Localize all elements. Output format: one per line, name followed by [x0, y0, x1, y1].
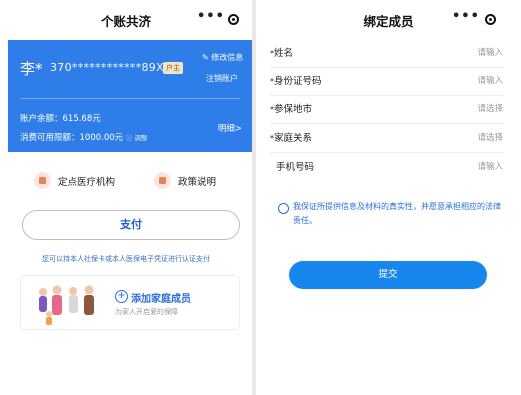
- family-relation-select[interactable]: 请选择: [477, 131, 503, 143]
- document-icon: [154, 172, 171, 189]
- add-family-title: 添加家庭成员: [131, 294, 191, 305]
- more-menu-icon[interactable]: •••: [197, 9, 225, 24]
- id-number-field[interactable]: *身份证号码 请输入: [270, 68, 503, 96]
- field-label: 身份证号码: [274, 76, 322, 87]
- account-card: 李* 370************89X 户主 ✎ 修改信息 注销账户 账户余…: [8, 40, 252, 152]
- phone-field[interactable]: 手机号码 请输入: [270, 154, 503, 182]
- more-menu-icon[interactable]: •••: [452, 9, 480, 24]
- insured-city-select[interactable]: 请选择: [477, 102, 503, 114]
- add-family-subtitle: 为家人开启爱的保障: [115, 308, 178, 316]
- add-family-card[interactable]: + 添加家庭成员 为家人开启爱的保障: [20, 275, 240, 330]
- agreement-text: 我保证所提供信息及材料的真实性，并愿意承担相应的法律责任。: [293, 202, 501, 225]
- field-label: 参保地市: [274, 104, 313, 115]
- limit-value: 消费可用限额：1000.00元: [20, 133, 124, 143]
- field-label: 家庭关系: [274, 133, 313, 144]
- medical-institution-button[interactable]: 定点医疗机构: [34, 172, 115, 189]
- payment-hint: 您可以持本人社保卡或本人医保电子凭证进行认证支付: [42, 255, 210, 263]
- pay-button[interactable]: 支付: [22, 210, 240, 240]
- add-icon: +: [115, 290, 128, 303]
- divider: [270, 152, 503, 153]
- phone-label: 手机号码: [276, 159, 314, 173]
- bind-member-screen: 绑定成员 ••• *姓名 请输入 *身份证号码 请输入 *参保地市 请选择 *家…: [256, 0, 521, 395]
- medical-institution-label: 定点医疗机构: [58, 176, 116, 188]
- phone-input[interactable]: 请输入: [477, 160, 503, 172]
- policy-label: 政策说明: [178, 176, 217, 188]
- policy-button[interactable]: 政策说明: [154, 172, 216, 189]
- page-title: 绑定成员: [363, 14, 414, 29]
- edit-info-link[interactable]: ✎ 修改信息: [202, 52, 243, 63]
- adjust-limit-link[interactable]: ⓘ 调整: [126, 134, 148, 142]
- submit-button[interactable]: 提交: [289, 261, 487, 289]
- id-number-input[interactable]: 请输入: [477, 74, 503, 86]
- family-illustration: [39, 285, 94, 325]
- name-label: *姓名: [270, 45, 293, 59]
- householder-tag: 户主: [163, 62, 183, 74]
- family-relation-field[interactable]: *家庭关系 请选择: [270, 125, 503, 153]
- id-number: 370************89X: [50, 61, 164, 74]
- close-miniprogram-icon[interactable]: [228, 14, 239, 25]
- agreement-radio[interactable]: [278, 203, 289, 214]
- field-label: 姓名: [274, 48, 294, 59]
- insured-city-field[interactable]: *参保地市 请选择: [270, 96, 503, 124]
- close-miniprogram-icon[interactable]: [485, 14, 496, 25]
- navbar: 绑定成员 •••: [256, 0, 521, 40]
- account-balance: 账户余额：615.68元: [20, 114, 101, 124]
- id-number-label: *身份证号码: [270, 73, 322, 87]
- edit-info-label: 修改信息: [211, 53, 244, 62]
- name-input[interactable]: 请输入: [477, 46, 503, 58]
- detail-link[interactable]: 明细>: [218, 122, 242, 134]
- insured-city-label: *参保地市: [270, 101, 312, 115]
- card-divider: [20, 98, 240, 99]
- family-relation-label: *家庭关系: [270, 130, 312, 144]
- divider: [270, 123, 503, 124]
- edit-icon: ✎: [202, 53, 209, 62]
- navbar: 个账共济 •••: [0, 0, 252, 40]
- name-field[interactable]: *姓名 请输入: [270, 40, 503, 68]
- personal-account-screen: 个账共济 ••• 李* 370************89X 户主 ✎ 修改信息…: [0, 0, 252, 395]
- hospital-icon: [34, 172, 51, 189]
- holder-name: 李*: [20, 60, 43, 78]
- field-label: 手机号码: [276, 162, 315, 173]
- cancel-account-link[interactable]: 注销账户: [206, 73, 238, 84]
- consumption-limit: 消费可用限额：1000.00元 ⓘ 调整: [20, 131, 147, 143]
